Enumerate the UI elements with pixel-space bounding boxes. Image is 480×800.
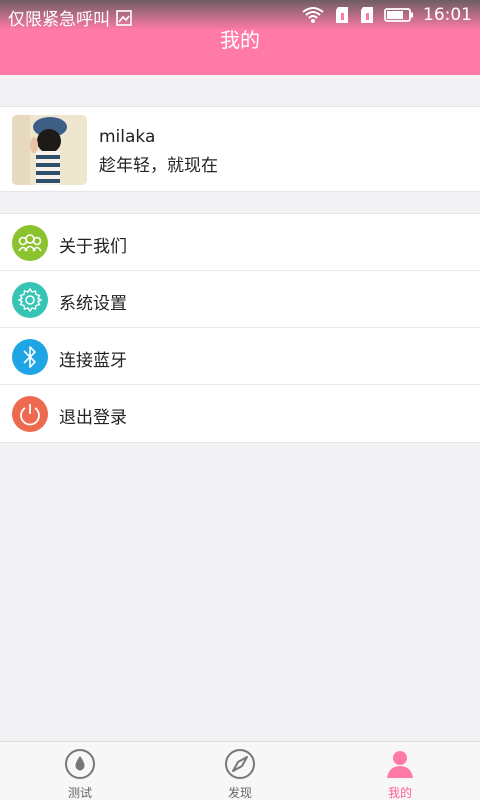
profile-name: milaka: [99, 127, 156, 147]
menu-item-label: 关于我们: [59, 237, 127, 257]
sim-card-icon: [336, 7, 348, 23]
menu-item-logout[interactable]: 退出登录: [0, 385, 480, 442]
menu-item-label: 系统设置: [59, 294, 127, 314]
image-notification-icon: [116, 9, 132, 26]
tab-label: 测试: [67, 786, 92, 800]
menu-item-label: 退出登录: [59, 408, 127, 428]
menu-item-about-us[interactable]: 关于我们: [0, 214, 480, 271]
tab-me[interactable]: 我的: [320, 742, 480, 800]
bottom-tab-bar: 测试 发现 我的: [0, 741, 480, 800]
settings-menu: 关于我们 系统设置 连接蓝牙 退出登录: [0, 213, 480, 443]
carrier-text: 仅限紧急呼叫: [8, 10, 110, 30]
page-title: 我的: [220, 28, 260, 52]
menu-item-system-settings[interactable]: 系统设置: [0, 271, 480, 328]
sim-card-2-icon: [361, 7, 373, 23]
wifi-icon: [302, 7, 324, 23]
battery-icon: [384, 8, 413, 22]
status-right: 16:01: [301, 5, 472, 25]
power-icon: [12, 396, 48, 432]
status-bar: 仅限紧急呼叫 16:01: [0, 0, 480, 30]
tab-discover[interactable]: 发现: [160, 742, 320, 800]
people-group-icon: [12, 225, 48, 261]
drop-icon: [65, 749, 95, 779]
title-bar: 我的: [0, 30, 480, 75]
person-icon: [387, 751, 413, 778]
profile-motto: 趁年轻，就现在: [99, 156, 218, 176]
compass-icon: [225, 749, 255, 779]
tab-label: 我的: [387, 786, 412, 800]
tab-label: 发现: [227, 786, 252, 800]
profile-card[interactable]: milaka 趁年轻，就现在: [0, 106, 480, 192]
status-time: 16:01: [423, 5, 472, 25]
menu-item-label: 连接蓝牙: [59, 351, 127, 371]
tab-test[interactable]: 测试: [0, 742, 160, 800]
status-left: 仅限紧急呼叫: [8, 5, 132, 30]
gear-icon: [12, 282, 48, 318]
avatar[interactable]: [12, 115, 87, 185]
menu-item-connect-bluetooth[interactable]: 连接蓝牙: [0, 328, 480, 385]
bluetooth-icon: [12, 339, 48, 375]
